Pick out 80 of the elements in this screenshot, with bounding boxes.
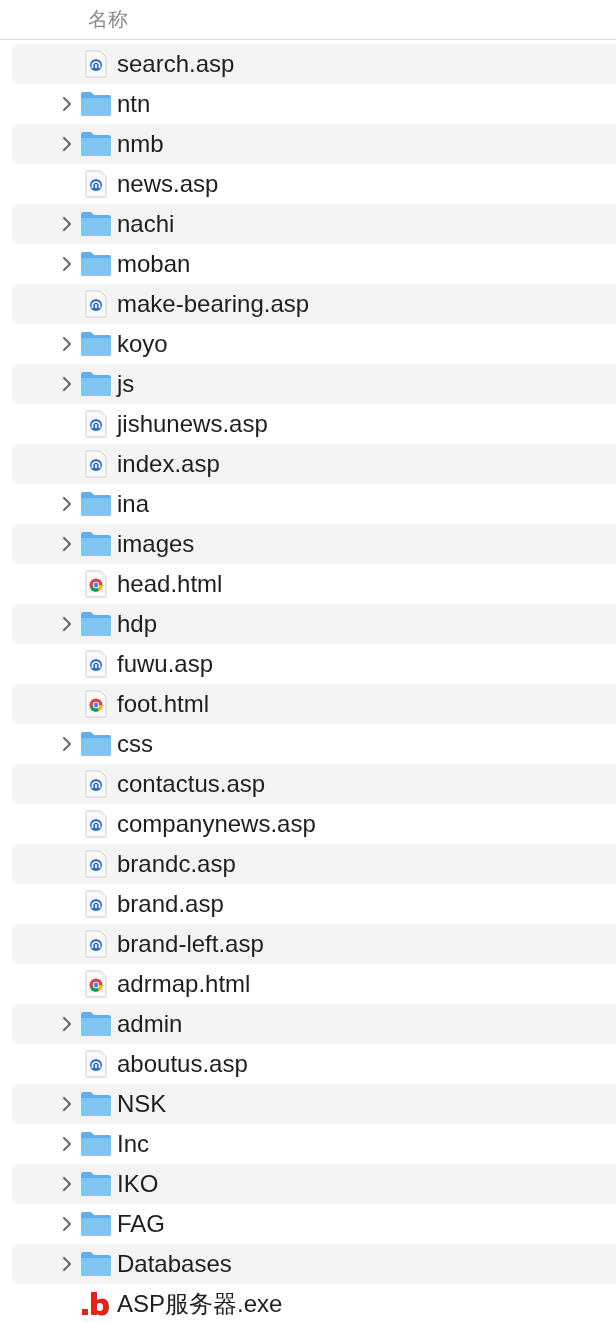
file-name[interactable]: moban: [117, 250, 191, 278]
disclosure-chevron-icon[interactable]: [62, 1096, 72, 1112]
file-name[interactable]: admin: [117, 1010, 183, 1038]
disclosure-chevron-icon[interactable]: [62, 1216, 72, 1232]
disclosure-chevron-icon[interactable]: [62, 1016, 72, 1032]
file-name[interactable]: contactus.asp: [117, 770, 266, 798]
folder-icon: [80, 731, 112, 757]
asp-file-icon: [85, 930, 107, 958]
file-name[interactable]: fuwu.asp: [117, 650, 214, 678]
file-name[interactable]: IKO: [117, 1170, 159, 1198]
asp-file-icon: [85, 450, 107, 478]
file-name[interactable]: FAG: [117, 1210, 165, 1238]
asp-file-icon: [85, 290, 107, 318]
file-name[interactable]: brand-left.asp: [117, 930, 264, 958]
folder-icon: [80, 371, 112, 397]
chrome-document-icon: [85, 690, 107, 718]
asp-file-icon: [85, 810, 107, 838]
folder-icon: [80, 1131, 112, 1157]
file-name[interactable]: foot.html: [117, 690, 210, 718]
file-name[interactable]: brandc.asp: [117, 850, 236, 878]
disclosure-chevron-icon[interactable]: [62, 616, 72, 632]
disclosure-chevron-icon[interactable]: [62, 496, 72, 512]
asp-file-icon: [85, 890, 107, 918]
file-name[interactable]: adrmap.html: [117, 970, 251, 998]
folder-icon: [80, 531, 112, 557]
asp-file-icon: [85, 850, 107, 878]
disclosure-chevron-icon[interactable]: [62, 1136, 72, 1152]
folder-icon: [80, 131, 112, 157]
folder-icon: [80, 91, 112, 117]
file-name[interactable]: ntn: [117, 90, 151, 118]
disclosure-chevron-icon[interactable]: [62, 1176, 72, 1192]
folder-icon: [80, 491, 112, 517]
disclosure-chevron-icon[interactable]: [62, 336, 72, 352]
folder-icon: [80, 211, 112, 237]
letter-b-app-icon: [81, 1291, 111, 1317]
asp-file-icon: [85, 410, 107, 438]
file-name[interactable]: jishunews.asp: [117, 410, 268, 438]
disclosure-chevron-icon[interactable]: [62, 216, 72, 232]
file-name[interactable]: NSK: [117, 1090, 167, 1118]
disclosure-chevron-icon[interactable]: [62, 536, 72, 552]
folder-icon: [80, 1011, 112, 1037]
file-name[interactable]: brand.asp: [117, 890, 224, 918]
file-name[interactable]: nmb: [117, 130, 164, 158]
folder-icon: [80, 331, 112, 357]
file-name[interactable]: ina: [117, 490, 150, 518]
column-header[interactable]: 名称: [88, 6, 128, 33]
chrome-document-icon: [85, 570, 107, 598]
file-name[interactable]: head.html: [117, 570, 223, 598]
disclosure-chevron-icon[interactable]: [62, 376, 72, 392]
file-name[interactable]: aboutus.asp: [117, 1050, 248, 1078]
file-name[interactable]: koyo: [117, 330, 168, 358]
disclosure-chevron-icon[interactable]: [62, 736, 72, 752]
folder-icon: [80, 1091, 112, 1117]
disclosure-chevron-icon[interactable]: [62, 136, 72, 152]
file-name[interactable]: css: [117, 730, 153, 758]
file-name[interactable]: news.asp: [117, 170, 219, 198]
file-name[interactable]: index.asp: [117, 450, 220, 478]
file-name[interactable]: search.asp: [117, 50, 235, 78]
file-name[interactable]: Databases: [117, 1250, 232, 1278]
asp-file-icon: [85, 1050, 107, 1078]
file-name[interactable]: hdp: [117, 610, 158, 638]
file-name[interactable]: companynews.asp: [117, 810, 316, 838]
asp-file-icon: [85, 50, 107, 78]
asp-file-icon: [85, 770, 107, 798]
file-name[interactable]: Inc: [117, 1130, 149, 1158]
folder-icon: [80, 251, 112, 277]
file-name[interactable]: js: [117, 370, 135, 398]
disclosure-chevron-icon[interactable]: [62, 1256, 72, 1272]
file-name[interactable]: nachi: [117, 210, 175, 238]
file-name[interactable]: images: [117, 530, 195, 558]
folder-icon: [80, 611, 112, 637]
file-name[interactable]: ASP服务器.exe: [117, 1288, 283, 1320]
disclosure-chevron-icon[interactable]: [62, 96, 72, 112]
asp-file-icon: [85, 170, 107, 198]
folder-icon: [80, 1171, 112, 1197]
folder-icon: [80, 1211, 112, 1237]
asp-file-icon: [85, 650, 107, 678]
chrome-document-icon: [85, 970, 107, 998]
folder-icon: [80, 1251, 112, 1277]
disclosure-chevron-icon[interactable]: [62, 256, 72, 272]
